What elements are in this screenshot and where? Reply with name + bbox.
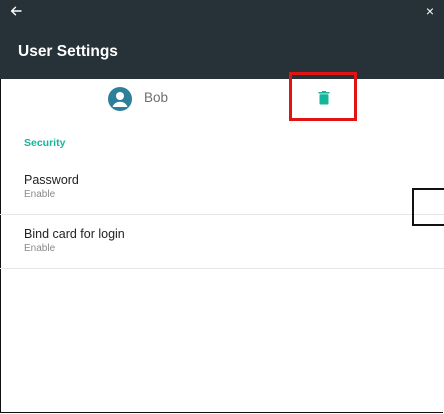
page-title: User Settings [18,43,118,60]
setting-title: Password [24,173,79,187]
app-bar: × User Settings [0,0,444,79]
close-button[interactable]: × [420,1,440,21]
side-panel-handle[interactable] [412,188,444,226]
avatar [108,87,132,111]
section-header-security: Security [24,137,66,149]
delete-user-button[interactable] [318,91,330,105]
setting-item-password[interactable]: Password Enable [0,161,444,215]
setting-item-bind-card[interactable]: Bind card for login Enable [0,215,444,269]
setting-subtitle: Enable [24,189,56,200]
back-button[interactable] [6,1,26,21]
trash-icon [318,91,330,105]
user-row: Bob [0,79,444,119]
setting-title: Bind card for login [24,227,125,241]
person-icon [112,92,128,107]
setting-subtitle: Enable [24,243,56,254]
arrow-left-icon [10,6,22,16]
close-icon: × [425,3,435,19]
user-name: Bob [144,90,169,105]
